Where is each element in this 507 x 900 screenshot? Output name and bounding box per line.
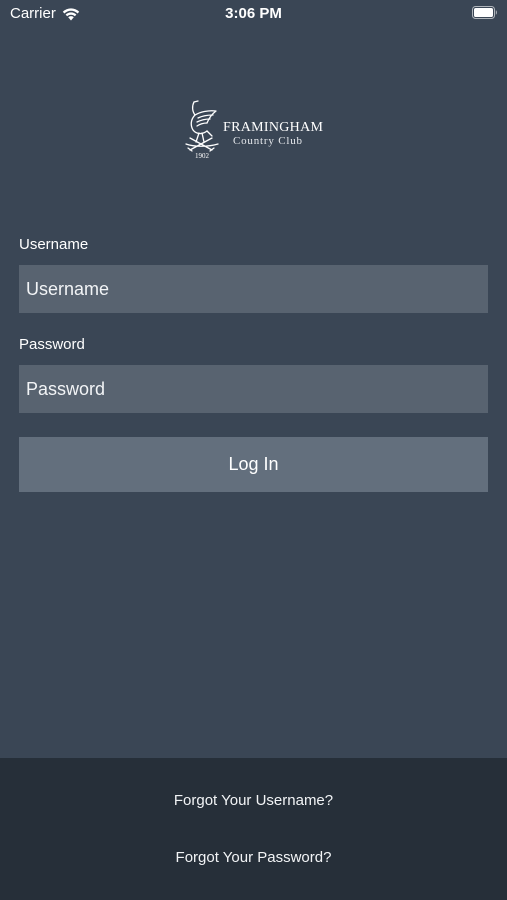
footer: Forgot Your Username? Forgot Your Passwo…	[0, 758, 507, 900]
heron-golf-emblem-icon: 1902	[185, 100, 219, 160]
login-button[interactable]: Log In	[19, 437, 488, 492]
username-label: Username	[19, 236, 89, 253]
logo-club-subtitle: Country Club	[233, 135, 303, 147]
logo-year: 1902	[195, 152, 210, 160]
logo-club-name: FRAMINGHAM	[223, 120, 324, 135]
forgot-username-link[interactable]: Forgot Your Username?	[0, 792, 507, 809]
password-input[interactable]	[19, 365, 488, 413]
username-input[interactable]	[19, 265, 488, 313]
clock: 3:06 PM	[225, 5, 282, 22]
battery-icon	[472, 6, 497, 19]
club-logo: 1902 FRAMINGHAM Country Club	[182, 98, 327, 160]
login-screen: Carrier 3:06 PM 1902 FRAMINGHAM Country …	[0, 0, 507, 900]
forgot-password-link[interactable]: Forgot Your Password?	[0, 849, 507, 866]
status-bar: Carrier 3:06 PM	[0, 0, 507, 28]
password-label: Password	[19, 336, 85, 353]
